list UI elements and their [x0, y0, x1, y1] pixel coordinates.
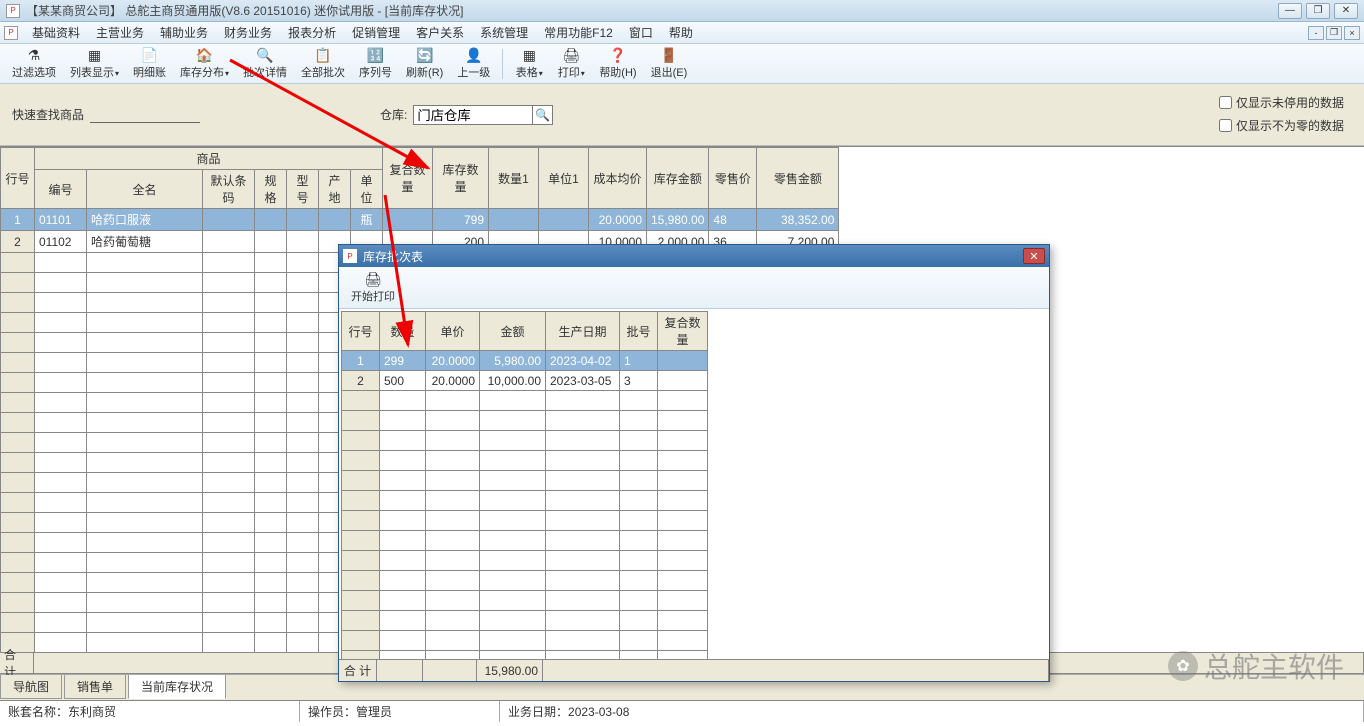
- mdi-restore[interactable]: ❐: [1326, 26, 1342, 40]
- tool-退出(E)[interactable]: 🚪退出(E): [645, 45, 694, 82]
- warehouse-search-button[interactable]: 🔍: [533, 105, 553, 125]
- tool-序列号[interactable]: 🔢序列号: [353, 45, 398, 82]
- dialog-icon: P: [343, 249, 357, 263]
- 帮助(H)-icon: ❓: [610, 47, 626, 63]
- mdi-close[interactable]: ×: [1344, 26, 1360, 40]
- dialog-total-row: 合 计 15,980.00: [339, 659, 1049, 681]
- 刷新(R)-icon: 🔄: [417, 47, 433, 63]
- table-row[interactable]: [342, 551, 708, 571]
- warehouse-label: 仓库:: [380, 106, 407, 123]
- menu-常用功能F12[interactable]: 常用功能F12: [536, 24, 621, 41]
- toolbar: ⚗过滤选项▦列表显示▾📄明细账🏠库存分布▾🔍批次详情📋全部批次🔢序列号🔄刷新(R…: [0, 44, 1364, 84]
- 列表显示-icon: ▦: [87, 47, 103, 63]
- 全部批次-icon: 📋: [315, 47, 331, 63]
- dialog-title: 库存批次表: [363, 248, 1023, 265]
- watermark: ✿ 总舵主软件: [1168, 646, 1344, 686]
- close-button[interactable]: ✕: [1334, 3, 1358, 19]
- 序列号-icon: 🔢: [368, 47, 384, 63]
- table-row[interactable]: [342, 451, 708, 471]
- tool-全部批次[interactable]: 📋全部批次: [295, 45, 351, 82]
- menu-窗口[interactable]: 窗口: [621, 24, 661, 41]
- tool-批次详情[interactable]: 🔍批次详情: [237, 45, 293, 82]
- menu-财务业务[interactable]: 财务业务: [216, 24, 280, 41]
- tab-当前库存状况[interactable]: 当前库存状况: [128, 675, 226, 699]
- table-row[interactable]: [342, 591, 708, 611]
- window-title: 【某某商贸公司】 总舵主商贸通用版(V8.6 20151016) 迷你试用版 -…: [26, 2, 1278, 19]
- dialog-close-button[interactable]: ✕: [1023, 248, 1045, 264]
- tab-销售单[interactable]: 销售单: [64, 675, 126, 699]
- table-row[interactable]: [342, 611, 708, 631]
- batch-dialog: P 库存批次表 ✕ 🖨 开始打印 行号数量单价金额生产日期批号复合数量12992…: [338, 244, 1050, 682]
- print-button[interactable]: 🖨 开始打印: [345, 269, 401, 306]
- 打印-icon: 🖨: [563, 47, 579, 63]
- menu-基础资料[interactable]: 基础资料: [24, 24, 88, 41]
- tool-刷新(R)[interactable]: 🔄刷新(R): [400, 45, 449, 82]
- warehouse-input[interactable]: [413, 105, 533, 125]
- printer-icon: 🖨: [365, 271, 381, 287]
- maximize-button[interactable]: ❐: [1306, 3, 1330, 19]
- minimize-button[interactable]: —: [1278, 3, 1302, 19]
- 表格-icon: ▦: [521, 47, 537, 63]
- table-row[interactable]: 250020.000010,000.002023-03-053: [342, 371, 708, 391]
- dialog-toolbar: 🖨 开始打印: [339, 267, 1049, 309]
- table-row[interactable]: [342, 651, 708, 660]
- tool-表格[interactable]: ▦表格▾: [509, 45, 549, 82]
- table-row[interactable]: [342, 571, 708, 591]
- total-label: 合 计: [0, 653, 34, 674]
- tool-过滤选项[interactable]: ⚗过滤选项: [6, 45, 62, 82]
- table-row[interactable]: [342, 411, 708, 431]
- table-row[interactable]: [342, 531, 708, 551]
- wechat-icon: ✿: [1168, 651, 1198, 681]
- menu-系统管理[interactable]: 系统管理: [472, 24, 536, 41]
- title-bar: P 【某某商贸公司】 总舵主商贸通用版(V8.6 20151016) 迷你试用版…: [0, 0, 1364, 22]
- quick-search-input[interactable]: [90, 107, 200, 123]
- 库存分布-icon: 🏠: [197, 47, 213, 63]
- tool-打印[interactable]: 🖨打印▾: [551, 45, 591, 82]
- mdi-minimize[interactable]: -: [1308, 26, 1324, 40]
- menu-bar: P 基础资料主营业务辅助业务财务业务报表分析促销管理客户关系系统管理常用功能F1…: [0, 22, 1364, 44]
- table-row[interactable]: [342, 391, 708, 411]
- show-nonzero-checkbox[interactable]: 仅显示不为零的数据: [1219, 117, 1344, 134]
- tool-库存分布[interactable]: 🏠库存分布▾: [174, 45, 235, 82]
- table-row[interactable]: [342, 431, 708, 451]
- 退出(E)-icon: 🚪: [661, 47, 677, 63]
- doc-icon: P: [4, 26, 18, 40]
- dialog-titlebar: P 库存批次表 ✕: [339, 245, 1049, 267]
- table-row[interactable]: [342, 511, 708, 531]
- menu-主营业务[interactable]: 主营业务: [88, 24, 152, 41]
- dialog-grid[interactable]: 行号数量单价金额生产日期批号复合数量129920.00005,980.00202…: [339, 309, 1049, 659]
- 批次详情-icon: 🔍: [257, 47, 273, 63]
- tab-导航图[interactable]: 导航图: [0, 675, 62, 699]
- 明细账-icon: 📄: [142, 47, 158, 63]
- menu-辅助业务[interactable]: 辅助业务: [152, 24, 216, 41]
- 过滤选项-icon: ⚗: [26, 47, 42, 63]
- show-enabled-checkbox[interactable]: 仅显示未停用的数据: [1219, 94, 1344, 111]
- menu-帮助[interactable]: 帮助: [661, 24, 701, 41]
- table-row[interactable]: [342, 471, 708, 491]
- table-row[interactable]: 129920.00005,980.002023-04-021: [342, 351, 708, 371]
- tool-上一级[interactable]: 👤上一级: [451, 45, 496, 82]
- search-icon: 🔍: [535, 108, 550, 122]
- table-row[interactable]: 101101哈药口服液瓶79920.000015,980.004838,352.…: [1, 209, 839, 231]
- table-row[interactable]: [342, 491, 708, 511]
- quick-search-label: 快速查找商品: [12, 106, 84, 123]
- menu-报表分析[interactable]: 报表分析: [280, 24, 344, 41]
- menu-促销管理[interactable]: 促销管理: [344, 24, 408, 41]
- 上一级-icon: 👤: [466, 47, 482, 63]
- menu-客户关系[interactable]: 客户关系: [408, 24, 472, 41]
- tool-列表显示[interactable]: ▦列表显示▾: [64, 45, 125, 82]
- status-bar: 账套名称：东利商贸 操作员：管理员 业务日期：2023-03-08: [0, 700, 1364, 722]
- app-icon: P: [6, 4, 20, 18]
- table-row[interactable]: [342, 631, 708, 651]
- filter-panel: 快速查找商品 仓库: 🔍 仅显示未停用的数据 仅显示不为零的数据: [0, 84, 1364, 146]
- tool-明细账[interactable]: 📄明细账: [127, 45, 172, 82]
- tool-帮助(H)[interactable]: ❓帮助(H): [593, 45, 642, 82]
